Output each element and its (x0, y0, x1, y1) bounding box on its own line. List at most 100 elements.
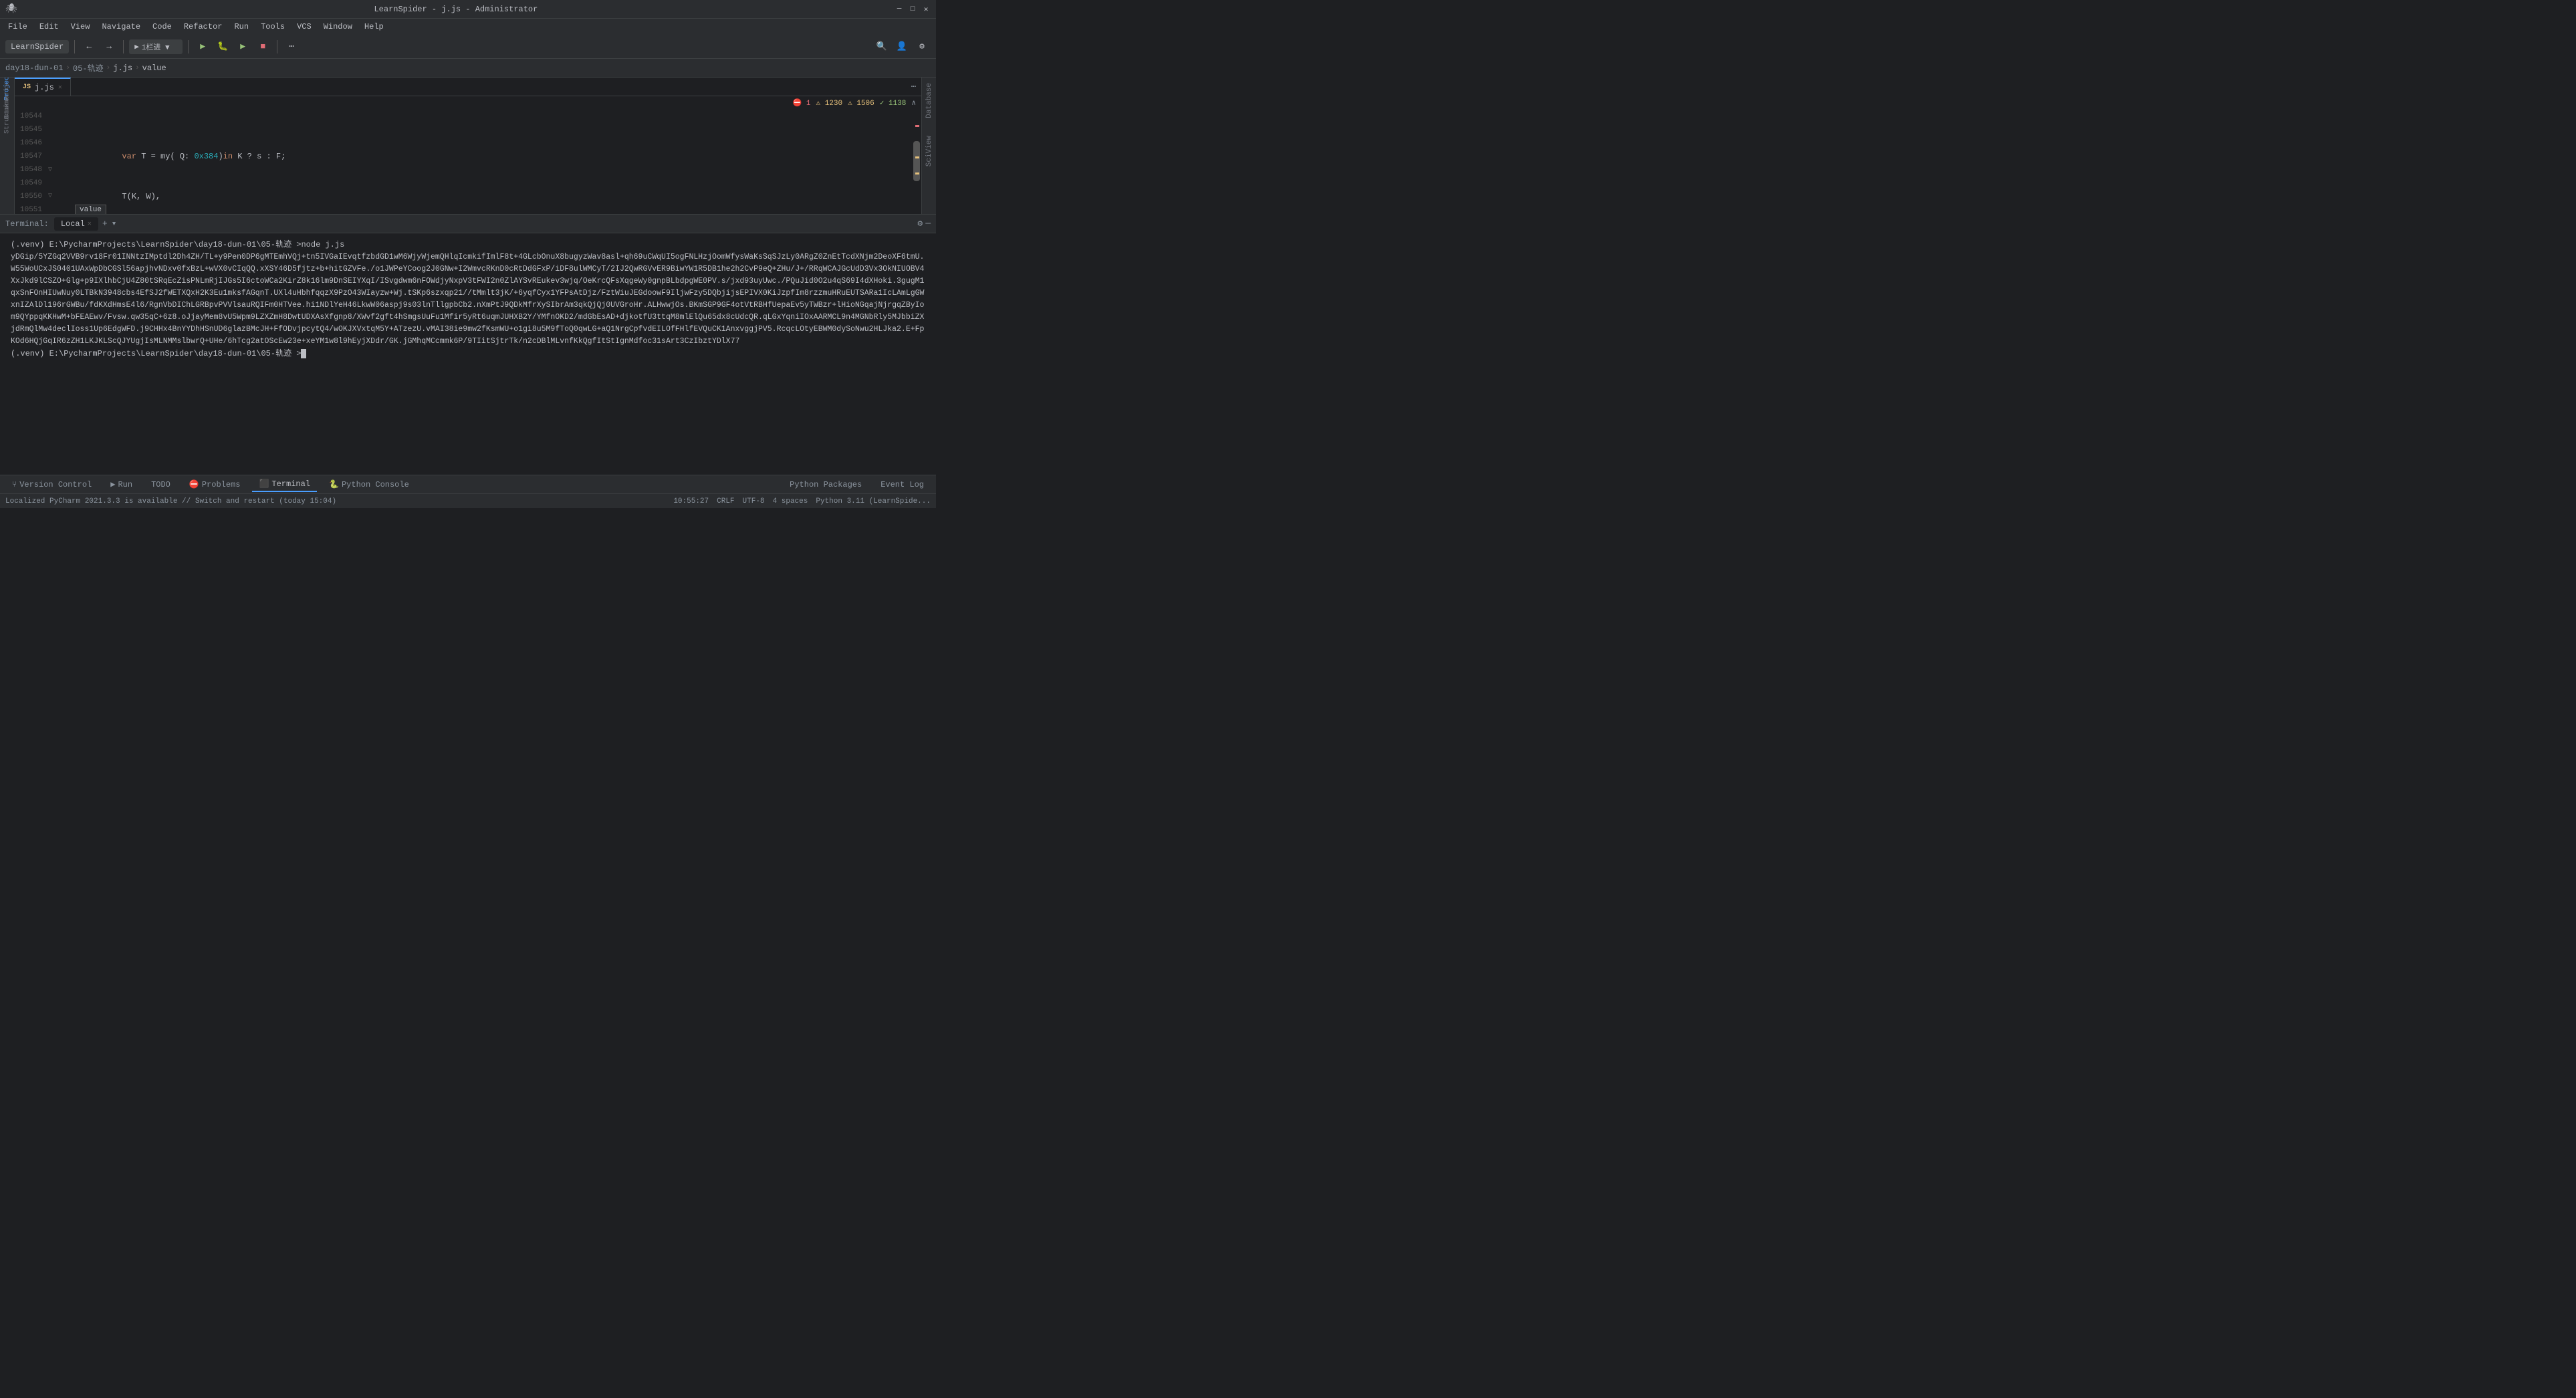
scroll-error-marker (915, 125, 919, 127)
time-display: 10:55:27 (673, 497, 709, 505)
terminal-content[interactable]: (.venv) E:\PycharmProjects\LearnSpider\d… (0, 233, 936, 475)
todo-tab[interactable]: TODO (144, 478, 177, 491)
menu-item-refactor[interactable]: Refactor (179, 21, 228, 33)
scroll-warn-marker-2 (915, 172, 919, 174)
run-tab[interactable]: ▶ Run (104, 477, 139, 491)
titlebar-left: 🕷 (5, 3, 17, 15)
terminal-tab-bar: Terminal: Local ✕ + ▾ ⚙ ─ (0, 215, 936, 233)
scrollbar-thumb[interactable] (913, 141, 920, 181)
terminal-label: Terminal: (5, 219, 49, 229)
menu-item-navigate[interactable]: Navigate (96, 21, 146, 33)
menu-item-code[interactable]: Code (147, 21, 177, 33)
code-info-bar: ⛔ 1 ⚠ 1230 ⚠ 1506 ✓ 1138 ∧ (15, 96, 921, 110)
sidebar-structure-icon[interactable]: Structure (1, 110, 13, 122)
fold-icon-10550[interactable]: ▽ (48, 193, 52, 200)
menu-item-run[interactable]: Run (229, 21, 254, 33)
terminal-prompt-1: (.venv) E:\PycharmProjects\LearnSpider\d… (11, 239, 925, 251)
menu-item-file[interactable]: File (3, 21, 33, 33)
project-selector[interactable]: LearnSpider (5, 40, 69, 53)
python-console-tab[interactable]: 🐍 Python Console (322, 477, 416, 491)
terminal-icon: ⬛ (259, 479, 269, 489)
stop-button[interactable]: ■ (254, 38, 271, 55)
indent-display[interactable]: 4 spaces (773, 497, 808, 505)
breadcrumb-file[interactable]: j.js (113, 64, 132, 73)
line-ending-display[interactable]: CRLF (717, 497, 734, 505)
toolbar: LearnSpider ← → ▶ 1栏进 ▼ ▶ 🐛 ▶ ■ ⋯ 🔍 👤 ⚙ (0, 35, 936, 59)
code-scrollbar[interactable] (912, 110, 921, 214)
expand-analysis-icon[interactable]: ∧ (911, 98, 916, 108)
file-tab-name: j.js (35, 83, 54, 92)
menu-item-edit[interactable]: Edit (34, 21, 64, 33)
warn-count: ⚠ 1230 (816, 98, 842, 108)
info-count: ⚠ 1506 (848, 98, 874, 108)
error-count: ⛔ 1 (793, 98, 811, 108)
app-title: LearnSpider - j.js - Administrator (374, 5, 538, 14)
code-content[interactable]: var T = my( Q: 0x384)in K ? s : F; T(K, … (59, 110, 912, 214)
menubar: FileEditViewNavigateCodeRefactorRunTools… (0, 19, 936, 35)
run-coverage-button[interactable]: ▶ (234, 38, 251, 55)
bottom-tabs-bar: ⑂ Version Control ▶ Run TODO ⛔ Problems … (0, 475, 936, 493)
toolbar-sep-2 (123, 40, 124, 53)
terminal-tab-group: Terminal: Local ✕ + ▾ (5, 217, 117, 231)
terminal-settings-icon[interactable]: ⚙ (917, 219, 923, 229)
code-editor[interactable]: 10544 10545 10546 10547 10548 10549 1055… (15, 110, 921, 214)
sidebar-database-label[interactable]: Database (925, 83, 933, 118)
scroll-warn-marker (915, 156, 919, 158)
status-bar-left: Localized PyCharm 2021.3.3 is available … (5, 497, 336, 505)
more-tabs-icon[interactable]: ⋯ (911, 82, 916, 92)
bottom-panel: Terminal: Local ✕ + ▾ ⚙ ─ (.venv) E:\Pyc… (0, 214, 936, 475)
terminal-tab-local[interactable]: Local ✕ (54, 217, 98, 231)
user-avatar[interactable]: 👤 (893, 38, 911, 55)
breadcrumb-project[interactable]: day18-dun-01 (5, 64, 63, 73)
file-tab-icon: JS (23, 84, 31, 91)
debug-button[interactable]: 🐛 (214, 38, 231, 55)
terminal-cursor (301, 349, 306, 358)
search-everywhere-icon[interactable]: 🔍 (873, 38, 891, 55)
main-layout: Project Bookmarks Structure JS j.js ✕ ⋯ … (0, 78, 936, 214)
ok-count: ✓ 1138 (880, 98, 907, 108)
sidebar-sciview-label[interactable]: SciView (925, 136, 933, 166)
git-icon: ⑂ (12, 480, 17, 489)
code-gutter: ▽ ▽ (48, 110, 59, 214)
menu-item-help[interactable]: Help (359, 21, 389, 33)
settings-gear-icon[interactable]: ⚙ (913, 38, 931, 55)
window-controls[interactable]: ─ □ ✕ (895, 5, 931, 14)
terminal-dropdown-icon[interactable]: ▾ (112, 219, 117, 229)
charset-display[interactable]: UTF-8 (743, 497, 765, 505)
breadcrumb-folder[interactable]: 05-轨迹 (73, 62, 104, 74)
right-sidebar: Database SciView (921, 78, 936, 214)
editor-options: ⋯ (911, 78, 916, 96)
menu-item-vcs[interactable]: VCS (291, 21, 317, 33)
left-sidebar: Project Bookmarks Structure (0, 78, 15, 214)
terminal-minimize-icon[interactable]: ─ (925, 219, 931, 229)
more-options-button[interactable]: ⋯ (283, 38, 300, 55)
python-console-icon: 🐍 (329, 479, 339, 489)
version-control-tab[interactable]: ⑂ Version Control (5, 478, 98, 491)
status-bar: Localized PyCharm 2021.3.3 is available … (0, 493, 936, 508)
minimize-button[interactable]: ─ (895, 5, 904, 14)
back-button[interactable]: ← (80, 38, 98, 55)
line-numbers: 10544 10545 10546 10547 10548 10549 1055… (15, 110, 48, 214)
python-version-display[interactable]: Python 3.11 (LearnSpide... (816, 497, 931, 505)
terminal-tab-close-icon[interactable]: ✕ (88, 220, 92, 228)
forward-button[interactable]: → (100, 38, 118, 55)
file-tab-jjs[interactable]: JS j.js ✕ (15, 78, 71, 96)
event-log-tab[interactable]: Event Log (874, 478, 931, 491)
breadcrumb-symbol[interactable]: value (142, 64, 166, 73)
close-button[interactable]: ✕ (921, 5, 931, 14)
menu-item-view[interactable]: View (66, 21, 96, 33)
menu-item-window[interactable]: Window (318, 21, 358, 33)
run-config-selector[interactable]: ▶ 1栏进 ▼ (129, 39, 183, 54)
add-terminal-icon[interactable]: + (102, 219, 108, 229)
notification-text: Localized PyCharm 2021.3.3 is available … (5, 497, 336, 505)
toolbar-sep-1 (74, 40, 75, 53)
fold-icon-10548[interactable]: ▽ (48, 166, 52, 174)
python-packages-tab[interactable]: Python Packages (783, 478, 868, 491)
file-tab-close-icon[interactable]: ✕ (58, 84, 62, 92)
code-line-10545: T(K, W), (64, 190, 912, 203)
menu-item-tools[interactable]: Tools (255, 21, 290, 33)
terminal-tab-bottom[interactable]: ⬛ Terminal (252, 477, 317, 492)
problems-tab[interactable]: ⛔ Problems (183, 477, 247, 491)
maximize-button[interactable]: □ (908, 5, 917, 14)
run-button[interactable]: ▶ (194, 38, 211, 55)
